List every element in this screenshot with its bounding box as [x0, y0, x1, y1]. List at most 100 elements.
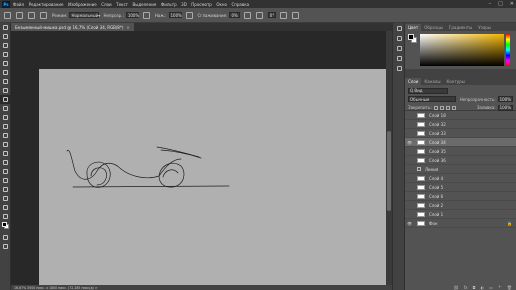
tab-paths[interactable]: Контуры [443, 78, 467, 85]
tool-more[interactable] [0, 212, 11, 221]
angle-icon[interactable] [255, 11, 263, 19]
tool-history-brush[interactable] [0, 113, 11, 122]
new-layer-icon[interactable]: ＋ [498, 284, 502, 290]
flow-field[interactable]: 100% [168, 12, 182, 18]
fill-field[interactable]: 100% [497, 104, 513, 111]
layer-row[interactable]: Слой 18 [405, 111, 516, 120]
smoothing-field[interactable]: 0% [229, 12, 240, 18]
tool-frame[interactable] [0, 68, 11, 77]
gear-icon[interactable] [243, 11, 251, 19]
eye-icon[interactable]: 👁 [405, 221, 414, 226]
blend-mode-select[interactable]: Обычные [408, 96, 456, 102]
minimize-button[interactable]: – [489, 1, 492, 7]
color-panel-swatches[interactable] [408, 34, 418, 44]
tool-screen-mode[interactable] [0, 242, 11, 251]
tool-zoom[interactable] [0, 203, 11, 212]
tool-gradient[interactable] [0, 131, 11, 140]
tool-eyedropper[interactable] [0, 77, 11, 86]
menu-edit[interactable]: Редактирование [29, 2, 64, 7]
tool-brush[interactable] [0, 95, 11, 104]
tool-eraser[interactable] [0, 122, 11, 131]
color-field[interactable] [420, 34, 504, 66]
lock-position-icon[interactable] [445, 105, 450, 110]
tool-pen[interactable] [0, 158, 11, 167]
pressure-opacity-icon[interactable] [142, 11, 150, 19]
link-icon[interactable]: ⛓ [454, 285, 459, 290]
layer-row[interactable]: Слой 33 [405, 129, 516, 138]
layer-row[interactable]: Слой 2 [405, 201, 516, 210]
scrollbar-thumb[interactable] [387, 131, 391, 211]
lock-pixels-icon[interactable] [439, 105, 444, 110]
layer-row-background[interactable]: 👁 Фон 🔒 [405, 219, 516, 228]
lock-transparent-icon[interactable] [433, 105, 438, 110]
home-icon[interactable] [4, 11, 11, 19]
layer-row[interactable]: Слой 4 [405, 174, 516, 183]
foreground-swatch[interactable] [408, 34, 414, 40]
layer-opacity-field[interactable]: 100% [497, 96, 513, 102]
tool-blur[interactable] [0, 140, 11, 149]
tool-quick-select[interactable] [0, 50, 11, 59]
tool-hand[interactable] [0, 194, 11, 203]
layer-row[interactable]: Слой 36 [405, 156, 516, 165]
menu-filter[interactable]: Фильтр [161, 2, 177, 7]
tool-marquee[interactable] [0, 32, 11, 41]
foreground-color[interactable] [2, 222, 7, 227]
tool-dodge[interactable] [0, 149, 11, 158]
menu-image[interactable]: Изображение [68, 2, 97, 7]
tool-move[interactable] [0, 23, 11, 32]
menu-file[interactable]: Файл [13, 2, 24, 7]
fx-icon[interactable]: fx [464, 285, 468, 290]
layer-row[interactable]: Слой 6 [405, 192, 516, 201]
menu-3d[interactable]: 3D [181, 2, 187, 7]
delete-icon[interactable]: 🗑 [507, 285, 512, 290]
layer-row-selected[interactable]: 👁 Слой 34 [405, 138, 516, 147]
layer-row[interactable]: Слой 35 [405, 147, 516, 156]
menu-view[interactable]: Просмотр [191, 2, 212, 7]
tab-layers[interactable]: Слои [405, 78, 422, 85]
menu-select[interactable]: Выделение [133, 2, 157, 7]
maximize-button[interactable]: □ [498, 1, 503, 7]
mask-icon[interactable]: ◘ [472, 285, 475, 290]
angle-field[interactable]: 0° [267, 12, 277, 18]
menu-window[interactable]: Окно [216, 2, 227, 7]
tab-color[interactable]: Цвет [405, 24, 422, 31]
symmetry-icon[interactable] [292, 11, 300, 19]
tool-lasso[interactable] [0, 41, 11, 50]
group-icon[interactable]: ▭ [489, 285, 493, 290]
tool-type[interactable] [0, 167, 11, 176]
eye-icon[interactable]: 👁 [405, 140, 414, 145]
brush-preset-icon[interactable] [16, 11, 23, 19]
close-button[interactable]: ✕ [510, 1, 514, 7]
layer-row[interactable]: Слой 1 [405, 210, 516, 219]
menu-help[interactable]: Справка [231, 2, 249, 7]
layer-row[interactable]: Слой 5 [405, 183, 516, 192]
tool-path-select[interactable] [0, 176, 11, 185]
hue-slider[interactable] [506, 34, 510, 66]
menu-layers[interactable]: Слои [101, 2, 111, 7]
layer-group-row[interactable]: Линия [405, 165, 516, 174]
menu-text[interactable]: Текст [116, 2, 128, 7]
tool-quick-mask[interactable] [0, 233, 11, 242]
layer-row[interactable]: Слой 32 [405, 120, 516, 129]
tool-shape[interactable] [0, 185, 11, 194]
mode-select[interactable]: Нормальный ▾ [69, 12, 100, 18]
color-swatches[interactable] [0, 221, 11, 233]
opacity-field[interactable]: 100% [125, 12, 139, 18]
document-tab[interactable]: Безымянный-мишкa.psd @ 16,7% (Слой 34, R… [11, 23, 134, 31]
tool-stamp[interactable] [0, 104, 11, 113]
canvas[interactable] [39, 69, 387, 285]
layer-filter-select[interactable]: Q Вид [408, 87, 448, 94]
tab-swatches[interactable]: Образцы [421, 24, 446, 31]
close-icon[interactable]: × [126, 25, 129, 30]
tab-patterns[interactable]: Узоры [475, 24, 494, 31]
lock-all-icon[interactable] [451, 105, 456, 110]
adjustment-icon[interactable]: ◐ [481, 285, 485, 290]
brush-size-icon[interactable] [28, 11, 35, 19]
airbrush-icon[interactable] [185, 11, 193, 19]
tab-gradients[interactable]: Градиенты [446, 24, 475, 31]
tool-crop[interactable] [0, 59, 11, 68]
tool-healing[interactable] [0, 86, 11, 95]
brush-settings-icon[interactable] [40, 11, 47, 19]
pressure-size-icon[interactable] [280, 11, 288, 19]
tab-channels[interactable]: Каналы [421, 78, 443, 85]
